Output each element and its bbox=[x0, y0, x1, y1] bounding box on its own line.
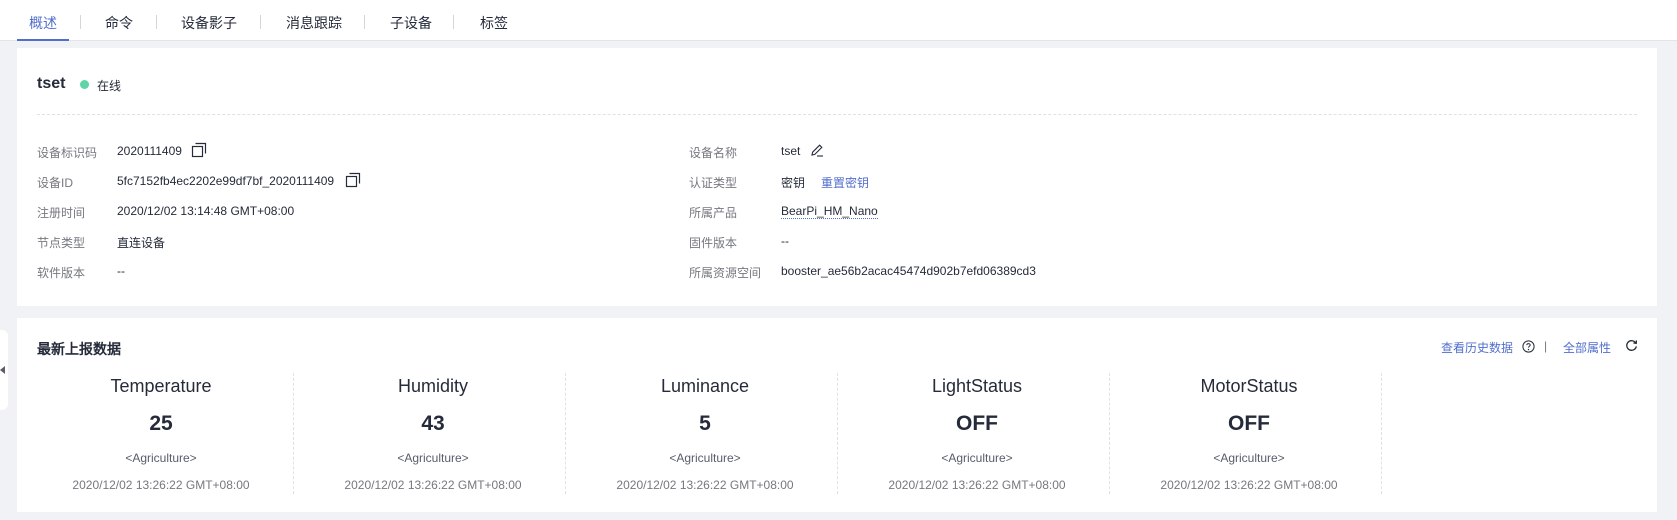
tab-child-devices[interactable]: 子设备 bbox=[388, 0, 434, 41]
copy-icon[interactable] bbox=[191, 142, 207, 158]
resource-space-value: booster_ae56b2acac45474d902b7efd06389cd3 bbox=[781, 264, 1036, 278]
reset-secret-link[interactable]: 重置密钥 bbox=[821, 174, 869, 191]
metric-name: MotorStatus bbox=[1200, 376, 1298, 396]
device-name-value: tset bbox=[781, 144, 801, 158]
node-type-value: 直连设备 bbox=[117, 236, 166, 250]
metric-tile-motor-status: MotorStatus OFF <Agriculture> 2020/12/02… bbox=[1113, 373, 1385, 494]
tab-device-shadow[interactable]: 设备影子 bbox=[178, 0, 240, 41]
tab-tags[interactable]: 标签 bbox=[477, 0, 511, 41]
metric-timestamp: 2020/12/02 13:26:22 GMT+08:00 bbox=[888, 478, 1066, 492]
device-info-card: tset 在线 设备标识码 2020111409 设备ID 5fc7152fb4… bbox=[17, 48, 1657, 306]
view-history-link[interactable]: 查看历史数据 bbox=[1441, 339, 1513, 356]
metric-service: <Agriculture> bbox=[669, 451, 741, 465]
metric-name: Temperature bbox=[110, 376, 212, 396]
metric-divider bbox=[293, 373, 294, 494]
firmware-version-label: 固件版本 bbox=[689, 236, 738, 250]
metric-value: 25 bbox=[149, 412, 173, 435]
metric-divider bbox=[1381, 373, 1382, 494]
metric-timestamp: 2020/12/02 13:26:22 GMT+08:00 bbox=[1160, 478, 1338, 492]
metric-service: <Agriculture> bbox=[941, 451, 1013, 465]
device-id-value: 5fc7152fb4ec2202e99df7bf_2020111409 bbox=[117, 174, 335, 188]
register-time-label: 注册时间 bbox=[37, 206, 86, 220]
tab-separator bbox=[80, 15, 81, 29]
status-dot-icon bbox=[80, 80, 89, 89]
node-type-label: 节点类型 bbox=[37, 236, 86, 250]
metric-tile-humidity: Humidity 43 <Agriculture> 2020/12/02 13:… bbox=[297, 373, 569, 494]
latest-data-card: 最新上报数据 查看历史数据 | 全部属性 Temperature 25 <Agr… bbox=[17, 318, 1657, 512]
metric-divider bbox=[565, 373, 566, 494]
product-link[interactable]: BearPi_HM_Nano bbox=[781, 204, 878, 219]
tab-separator bbox=[364, 15, 365, 29]
metric-value: OFF bbox=[1228, 412, 1270, 435]
latest-data-title: 最新上报数据 bbox=[37, 341, 121, 357]
device-name-label: 设备名称 bbox=[689, 146, 738, 160]
product-value-wrap: BearPi_HM_Nano bbox=[781, 204, 878, 219]
metric-value: 5 bbox=[699, 412, 711, 435]
metric-timestamp: 2020/12/02 13:26:22 GMT+08:00 bbox=[344, 478, 522, 492]
help-question-icon[interactable] bbox=[1522, 340, 1535, 353]
metric-timestamp: 2020/12/02 13:26:22 GMT+08:00 bbox=[72, 478, 250, 492]
metric-value: 43 bbox=[421, 412, 445, 435]
auth-type-value: 密钥 bbox=[781, 176, 806, 190]
tab-bar: 概述 命令 设备影子 消息跟踪 子设备 标签 bbox=[0, 0, 1677, 41]
edit-pencil-icon[interactable] bbox=[810, 143, 824, 157]
resource-space-label: 所属资源空间 bbox=[689, 266, 762, 280]
device-identifier-label: 设备标识码 bbox=[37, 146, 98, 160]
caret-left-icon[interactable] bbox=[0, 366, 5, 374]
metric-divider bbox=[1109, 373, 1110, 494]
metric-value: OFF bbox=[956, 412, 998, 435]
metric-name: Humidity bbox=[397, 376, 468, 396]
tab-overview[interactable]: 概述 bbox=[17, 0, 69, 41]
register-time-value: 2020/12/02 13:14:48 GMT+08:00 bbox=[117, 204, 295, 218]
tab-message-trace[interactable]: 消息跟踪 bbox=[283, 0, 345, 41]
auth-type-label: 认证类型 bbox=[689, 176, 738, 190]
metric-timestamp: 2020/12/02 13:26:22 GMT+08:00 bbox=[616, 478, 794, 492]
device-name-title: tset bbox=[37, 75, 66, 92]
software-version-label: 软件版本 bbox=[37, 266, 86, 280]
tab-commands[interactable]: 命令 bbox=[102, 0, 136, 41]
firmware-version-value: -- bbox=[781, 234, 789, 248]
metric-name: Luminance bbox=[660, 376, 750, 396]
refresh-icon[interactable] bbox=[1625, 339, 1638, 352]
metric-name: LightStatus bbox=[931, 376, 1023, 396]
metric-tile-luminance: Luminance 5 <Agriculture> 2020/12/02 13:… bbox=[569, 373, 841, 494]
tab-separator bbox=[453, 15, 454, 29]
status-label: 在线 bbox=[97, 79, 122, 93]
tab-separator bbox=[260, 15, 261, 29]
device-identifier-value: 2020111409 bbox=[117, 144, 182, 158]
device-id-label: 设备ID bbox=[37, 176, 74, 190]
metric-service: <Agriculture> bbox=[397, 451, 469, 465]
software-version-value: -- bbox=[117, 264, 125, 278]
metric-service: <Agriculture> bbox=[125, 451, 197, 465]
metric-tile-temperature: Temperature 25 <Agriculture> 2020/12/02 … bbox=[25, 373, 297, 494]
copy-icon[interactable] bbox=[345, 172, 361, 188]
all-properties-link[interactable]: 全部属性 bbox=[1563, 339, 1611, 356]
divider bbox=[37, 114, 1637, 115]
product-label: 所属产品 bbox=[689, 206, 738, 220]
tab-separator bbox=[156, 15, 157, 29]
metric-service: <Agriculture> bbox=[1213, 451, 1285, 465]
action-separator: | bbox=[1544, 339, 1548, 353]
metric-tile-light-status: LightStatus OFF <Agriculture> 2020/12/02… bbox=[841, 373, 1113, 494]
metric-divider bbox=[837, 373, 838, 494]
